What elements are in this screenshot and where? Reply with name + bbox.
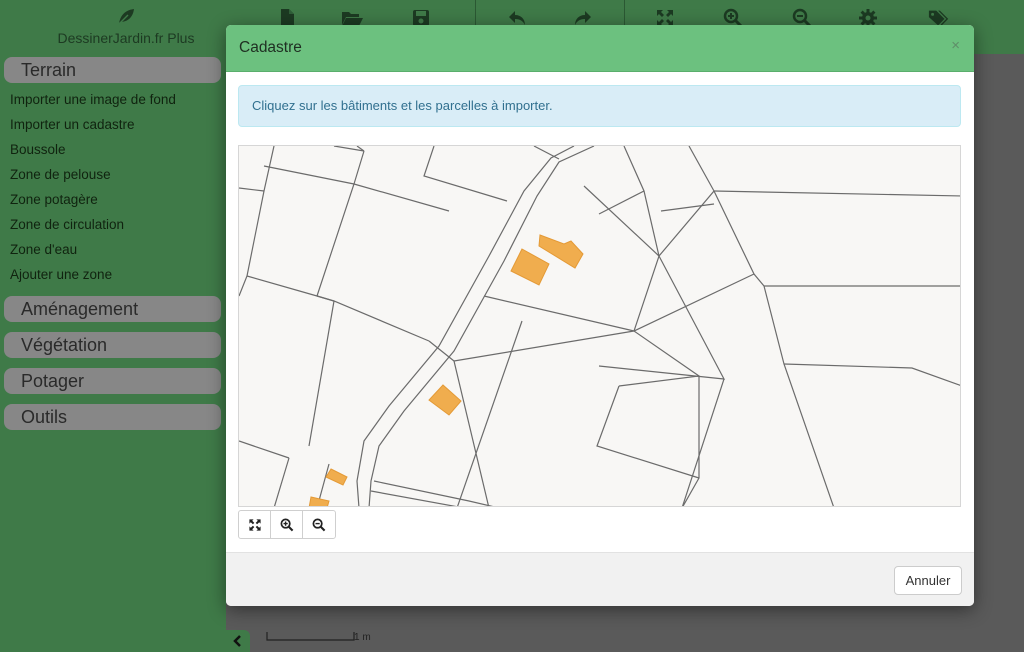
parcel-line <box>633 146 715 332</box>
building <box>510 248 550 286</box>
zoom-in-icon <box>280 518 293 531</box>
section-outils[interactable]: Outils <box>4 404 221 430</box>
parcel-line <box>483 295 635 332</box>
road-edge <box>368 146 595 506</box>
scale-bar <box>266 632 355 641</box>
section-vegetation[interactable]: Végétation <box>4 332 221 358</box>
sidebar: DessinerJardin.fr Plus Terrain Importer … <box>0 0 226 652</box>
parcel-line <box>618 330 701 387</box>
parcel-map-svg[interactable] <box>239 146 961 507</box>
zoom-out-icon <box>312 518 326 531</box>
parcel-line <box>598 190 645 215</box>
cadastre-map[interactable] <box>238 145 961 507</box>
parcel-line <box>660 203 715 212</box>
parcel-line <box>263 165 450 212</box>
building <box>308 496 330 506</box>
modal-body: Cliquez sur les bâtiments et les parcell… <box>226 72 974 552</box>
parcel-line <box>763 285 834 506</box>
leaf-icon <box>118 9 134 25</box>
parcel-line <box>316 150 365 297</box>
menu-lawn-zone[interactable]: Zone de pelouse <box>10 167 111 182</box>
modal-footer: Annuler <box>226 552 974 606</box>
parcel-line <box>273 457 290 506</box>
fullscreen-icon <box>248 518 261 531</box>
parcel-line <box>682 378 725 506</box>
map-fullscreen-button[interactable] <box>239 511 271 538</box>
parcel-line <box>713 190 960 197</box>
map-zoom-out-button[interactable] <box>303 511 335 538</box>
parcel-line <box>533 146 560 160</box>
map-zoom-in-button[interactable] <box>271 511 303 538</box>
parcel-line <box>583 185 660 257</box>
cancel-button[interactable]: Annuler <box>894 566 962 595</box>
parcel-line <box>333 146 365 152</box>
menu-water-zone[interactable]: Zone d'eau <box>10 242 77 257</box>
menu-import-background[interactable]: Importer une image de fond <box>10 92 176 107</box>
scale-label: 1 m <box>354 632 371 643</box>
building <box>428 384 462 416</box>
parcel-line <box>596 385 700 479</box>
collapse-sidebar-button[interactable] <box>226 630 250 652</box>
info-alert: Cliquez sur les bâtiments et les parcell… <box>238 85 961 127</box>
map-controls <box>238 510 336 539</box>
parcel-line <box>370 490 457 506</box>
parcel-line <box>423 146 508 202</box>
parcel-line <box>239 146 275 297</box>
parcel-line <box>713 190 765 287</box>
parcel-line <box>246 275 430 342</box>
brand-title: DessinerJardin.fr Plus <box>57 30 195 46</box>
menu-circulation-zone[interactable]: Zone de circulation <box>10 217 124 232</box>
modal-header: Cadastre × <box>226 25 974 72</box>
section-potager[interactable]: Potager <box>4 368 221 394</box>
parcel-line <box>428 340 490 506</box>
menu-vegetable-zone[interactable]: Zone potagère <box>10 192 98 207</box>
brand: DessinerJardin.fr Plus <box>0 0 252 54</box>
parcel-line <box>239 440 290 459</box>
parcel-line <box>783 363 960 386</box>
parcel-line <box>239 187 265 192</box>
menu-add-zone[interactable]: Ajouter une zone <box>10 267 112 282</box>
parcel-line <box>453 330 635 362</box>
menu-compass[interactable]: Boussole <box>10 142 66 157</box>
section-amenagement[interactable]: Aménagement <box>4 296 221 322</box>
modal-title: Cadastre <box>239 39 302 56</box>
close-icon[interactable]: × <box>951 37 960 54</box>
section-terrain[interactable]: Terrain <box>4 57 221 83</box>
building <box>325 468 348 486</box>
cadastre-modal: Cadastre × Cliquez sur les bâtiments et … <box>226 25 974 606</box>
road-edge <box>356 146 575 506</box>
parcel-line <box>682 376 700 506</box>
menu-import-cadastre[interactable]: Importer un cadastre <box>10 117 135 132</box>
chevron-left-icon <box>233 635 241 647</box>
parcel-line <box>308 295 335 447</box>
